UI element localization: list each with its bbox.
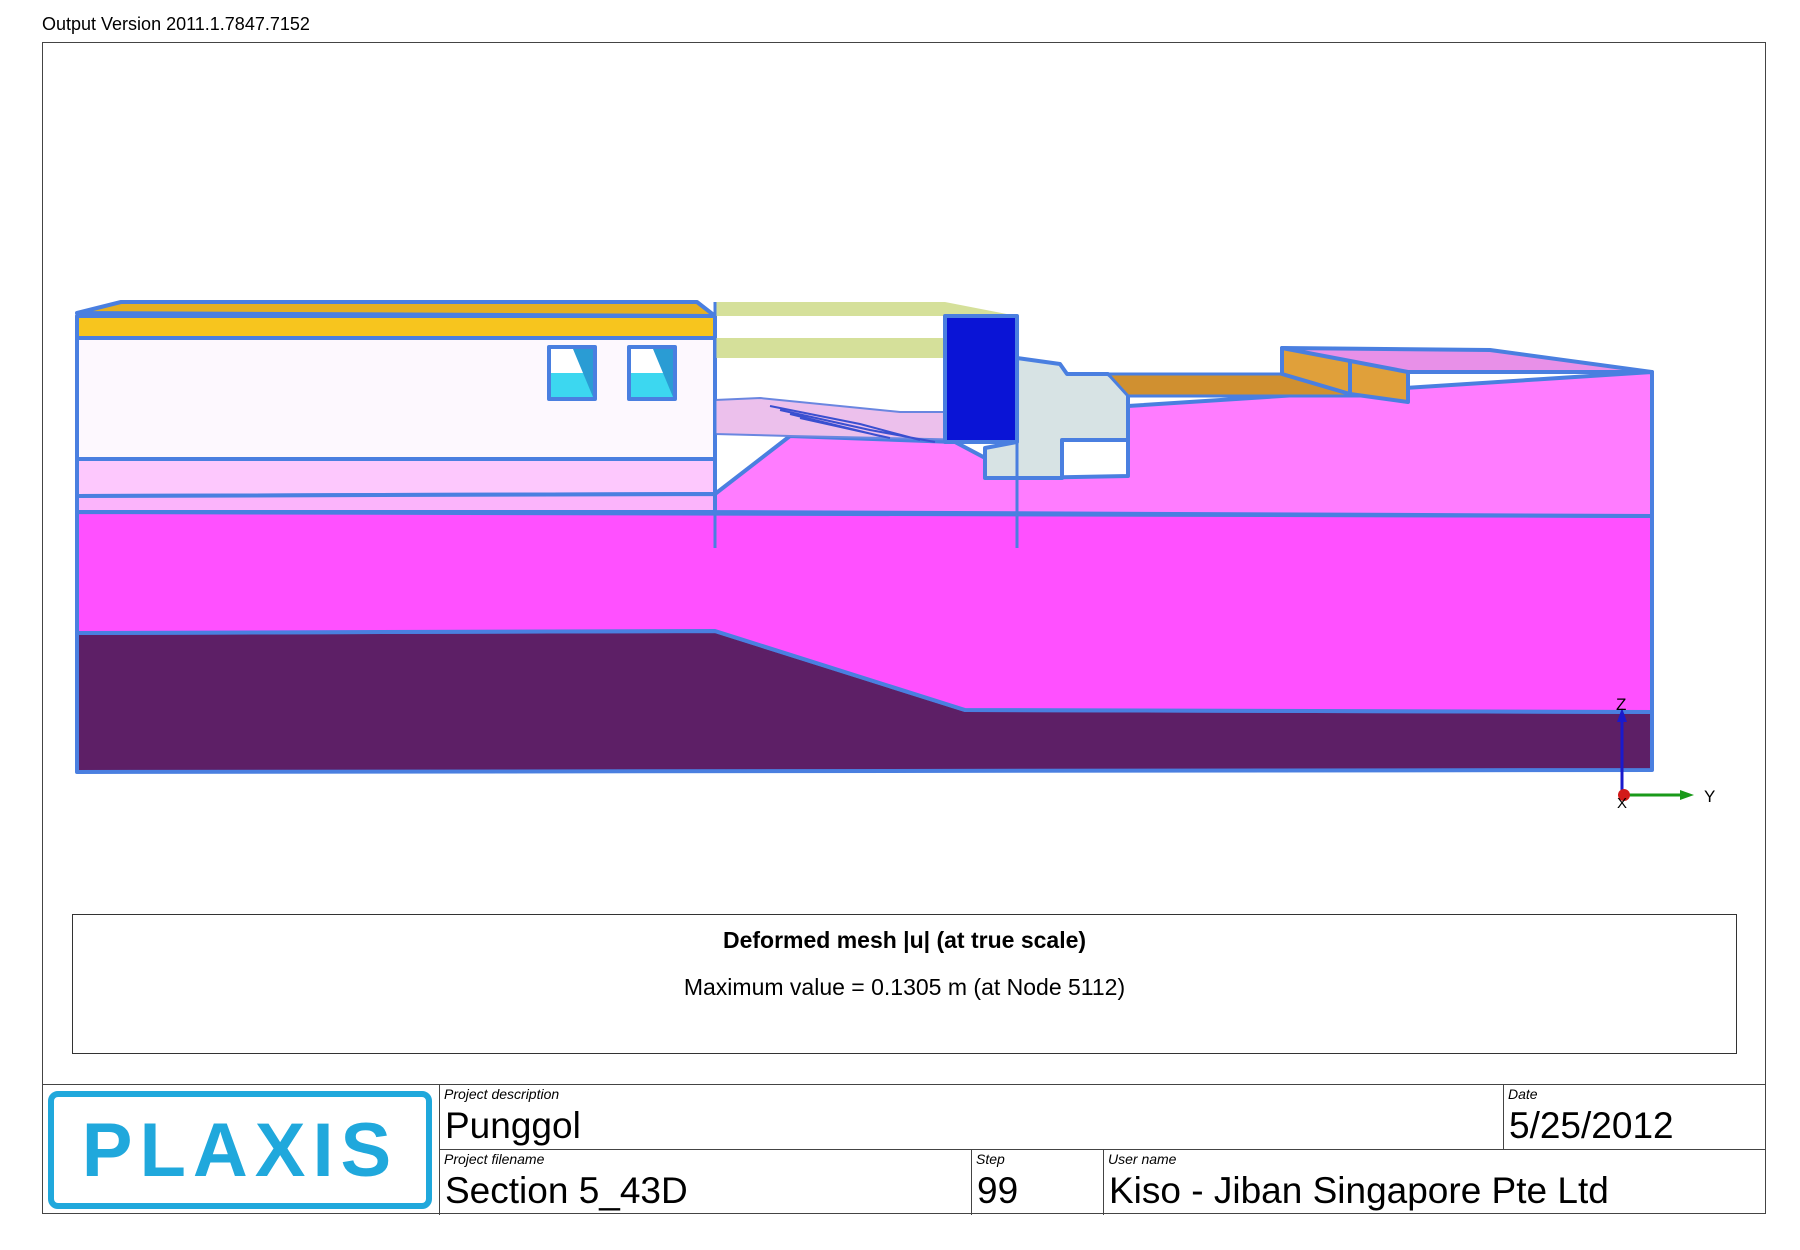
building-body [75, 336, 717, 461]
title-block: PLAXIS Project description Punggol Date … [42, 1084, 1766, 1215]
project-filename-cell: Project filename Section 5_43D [439, 1150, 971, 1215]
sheet-pile-wall [943, 314, 1019, 444]
project-description-label: Project description [444, 1086, 560, 1102]
project-description-value: Punggol [445, 1105, 581, 1146]
project-filename-value: Section 5_43D [445, 1170, 688, 1211]
project-description-cell: Project description Punggol [439, 1085, 1503, 1150]
step-cell: Step 99 [971, 1150, 1103, 1215]
legend-title: Deformed mesh |u| (at true scale) [722, 927, 1087, 953]
user-name-value: Kiso - Jiban Singapore Pte Ltd [1109, 1170, 1609, 1211]
date-value: 5/25/2012 [1509, 1105, 1674, 1146]
step-value: 99 [977, 1170, 1019, 1211]
legend-box: Deformed mesh |u| (at true scale) Maximu… [72, 914, 1737, 1054]
date-label: Date [1508, 1086, 1538, 1102]
axis-label-z: Z [1616, 695, 1626, 714]
user-name-cell: User name Kiso - Jiban Singapore Pte Ltd [1103, 1150, 1766, 1215]
model-canvas: Z Y X [75, 300, 1715, 812]
step-label: Step [976, 1151, 1005, 1167]
axis-label-y: Y [1704, 787, 1715, 806]
fill-layer-thin [75, 492, 717, 514]
building-roof-top [75, 300, 717, 318]
project-filename-label: Project filename [444, 1151, 545, 1167]
excavation-floor [714, 397, 976, 441]
axis-label-x: X [1617, 795, 1627, 812]
plaxis-logo: PLAXIS [48, 1091, 432, 1209]
building-roof-front [75, 314, 717, 340]
user-name-label: User name [1108, 1151, 1177, 1167]
date-cell: Date 5/25/2012 [1503, 1085, 1766, 1150]
legend-max-value: Maximum value = 0.1305 m (at Node 5112) [683, 974, 1126, 1000]
strut-slab-upper [715, 302, 1017, 316]
fill-layer-top [75, 457, 717, 498]
